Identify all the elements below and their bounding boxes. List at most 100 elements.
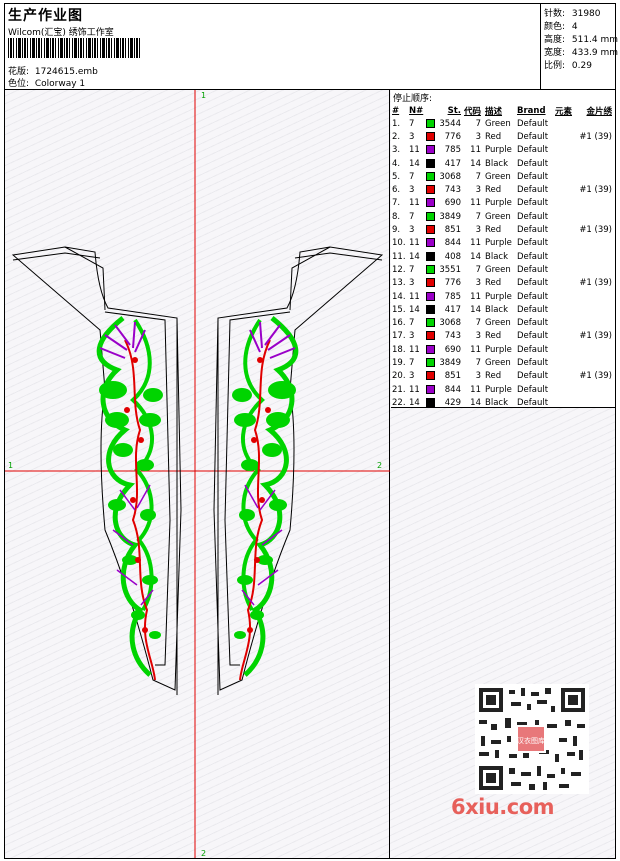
- row-brand: Default: [517, 291, 549, 302]
- row-element: [555, 343, 577, 356]
- row-element: [555, 223, 577, 236]
- qr-code: 汉衣图库: [475, 684, 589, 794]
- axis-label-left: 1: [8, 461, 13, 470]
- stop-sequence-panel: 停止顺序: # N# St. 代码 描述 Brand 元素 金片绣 1. 7 354…: [391, 90, 615, 408]
- row-index: 1.: [392, 118, 401, 129]
- row-stitches: 3849: [439, 357, 461, 368]
- row-needle: 14: [409, 397, 420, 408]
- color-swatch: [426, 396, 438, 409]
- row-index: 11.: [392, 251, 406, 262]
- row-element: [555, 330, 577, 343]
- row-needle: 14: [409, 304, 420, 315]
- row-code: 3: [475, 371, 481, 382]
- color-swatch: [426, 223, 438, 236]
- row-code: 7: [475, 264, 481, 275]
- row-stitches: 3551: [439, 264, 461, 275]
- row-sequin: [577, 303, 612, 316]
- col-header-element: 元素: [555, 106, 573, 117]
- row-element: [555, 303, 577, 316]
- color-swatch: [426, 130, 438, 143]
- studio-name: Wilcom(汇宝) 绣饰工作室: [8, 28, 114, 38]
- stop-sequence-rows: 1. 7 3544 7 Green Default 2. 3 776 3 Red Default #1 …: [392, 117, 612, 410]
- row-element: [555, 117, 577, 130]
- row-index: 3.: [392, 145, 401, 156]
- color-swatch-box: [426, 185, 435, 195]
- row-needle: 11: [409, 238, 420, 249]
- row-needle: 3: [409, 131, 415, 142]
- row-brand: Default: [517, 304, 549, 315]
- row-code: 3: [475, 131, 481, 142]
- col-header-needle: N#: [409, 105, 424, 116]
- row-sequin: [577, 117, 612, 130]
- table-row: 5. 7 3068 7 Green Default: [392, 170, 612, 183]
- row-code: 14: [470, 251, 481, 262]
- color-swatch: [426, 383, 438, 396]
- row-element: [555, 250, 577, 263]
- row-sequin: #1 (39): [579, 225, 612, 236]
- row-stitches: 844: [444, 384, 461, 395]
- row-description: Black: [485, 397, 508, 408]
- table-row: 21. 11 844 11 Purple Default: [392, 383, 612, 396]
- row-needle: 7: [409, 357, 415, 368]
- color-swatch-box: [426, 344, 435, 354]
- row-code: 3: [475, 331, 481, 342]
- color-swatch: [426, 157, 438, 170]
- row-stitches: 3068: [439, 171, 461, 182]
- col-header-code: 代码: [463, 106, 481, 117]
- color-swatch-box: [426, 145, 435, 155]
- color-swatch: [426, 183, 438, 196]
- axis-label-right: 2: [377, 461, 382, 470]
- row-brand: Default: [517, 397, 549, 408]
- row-needle: 7: [409, 264, 415, 275]
- row-element: [555, 316, 577, 329]
- color-swatch: [426, 356, 438, 369]
- row-description: Purple: [485, 145, 512, 156]
- color-swatch-box: [426, 251, 435, 261]
- row-sequin: [577, 210, 612, 223]
- row-description: Red: [485, 185, 502, 196]
- row-brand: Default: [517, 251, 549, 262]
- row-stitches: 776: [444, 278, 461, 289]
- row-brand: Default: [517, 357, 549, 368]
- row-sequin: #1 (39): [579, 185, 612, 196]
- row-stitches: 785: [444, 291, 461, 302]
- row-sequin: [577, 356, 612, 369]
- row-needle: 11: [409, 145, 420, 156]
- row-brand: Default: [517, 211, 549, 222]
- row-needle: 14: [409, 251, 420, 262]
- row-element: [555, 237, 577, 250]
- color-swatch: [426, 144, 438, 157]
- color-swatch-box: [426, 198, 435, 208]
- row-description: Red: [485, 225, 502, 236]
- table-row: 22. 14 429 14 Black Default: [392, 396, 612, 409]
- row-stitches: 417: [444, 304, 461, 315]
- row-description: Purple: [485, 384, 512, 395]
- row-stitches: 851: [444, 371, 461, 382]
- stop-sequence-title: 停止顺序:: [393, 94, 433, 104]
- row-index: 12.: [392, 264, 406, 275]
- row-code: 14: [470, 304, 481, 315]
- row-brand: Default: [517, 131, 549, 142]
- row-brand: Default: [517, 118, 549, 129]
- color-swatch-box: [426, 171, 435, 181]
- row-sequin: [577, 237, 612, 250]
- row-index: 9.: [392, 225, 401, 236]
- color-swatch-box: [426, 264, 435, 274]
- row-element: [555, 263, 577, 276]
- row-stitches: 408: [444, 251, 461, 262]
- color-swatch-box: [426, 357, 435, 367]
- row-stitches: 743: [444, 185, 461, 196]
- color-swatch-box: [426, 331, 435, 341]
- stat-height: 高度: 511.4 mm: [544, 35, 619, 45]
- row-brand: Default: [517, 145, 549, 156]
- row-description: Black: [485, 158, 508, 169]
- row-code: 14: [470, 158, 481, 169]
- lower-right-area: 汉衣图库 6xiu.com: [391, 409, 615, 858]
- row-index: 6.: [392, 185, 401, 196]
- row-element: [555, 396, 577, 409]
- row-sequin: [577, 290, 612, 303]
- color-swatch-box: [426, 158, 435, 168]
- row-brand: Default: [517, 344, 549, 355]
- colorway-row: 色位: Colorway 1: [8, 76, 85, 89]
- row-element: [555, 370, 577, 383]
